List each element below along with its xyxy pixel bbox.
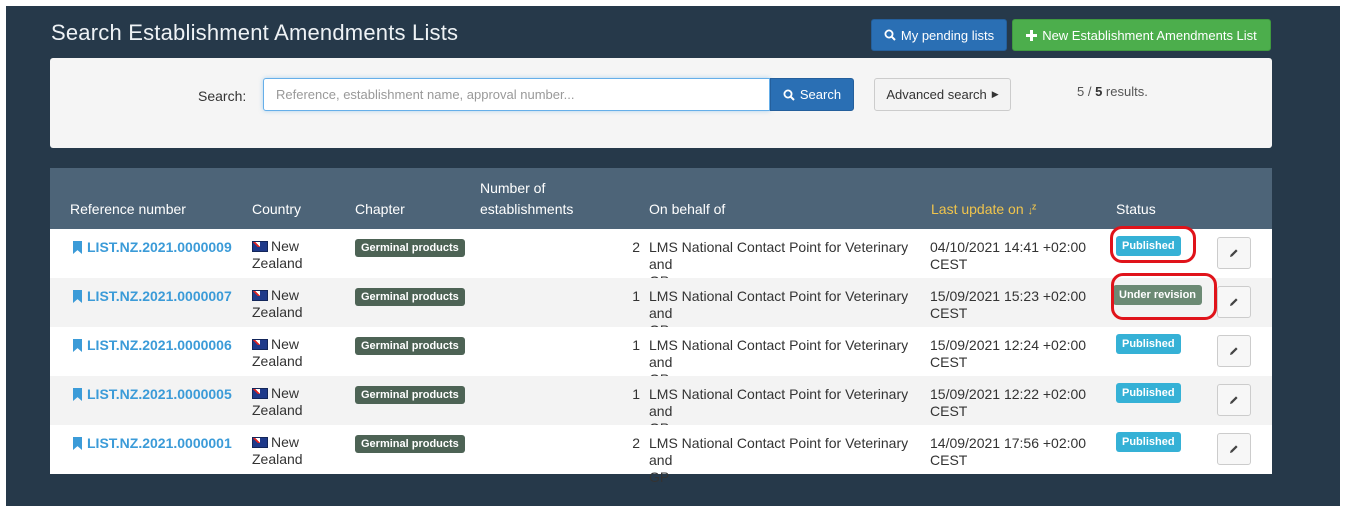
new-zealand-flag-icon <box>252 241 268 252</box>
reference-link[interactable]: LIST.NZ.2021.0000005 <box>73 386 232 403</box>
sort-desc-icon: ↓Z <box>1027 204 1037 217</box>
search-icon <box>783 89 795 101</box>
search-button[interactable]: Search <box>770 78 854 111</box>
results-table: Reference number Country Chapter Number … <box>50 168 1272 485</box>
table-body: LIST.NZ.2021.0000009 New Zealand Germinal… <box>50 229 1272 485</box>
chapter-badge: Germinal products <box>355 435 465 453</box>
header-num-establishments-1[interactable]: Number of <box>480 180 545 196</box>
header-reference[interactable]: Reference number <box>70 201 186 217</box>
header-country[interactable]: Country <box>252 201 301 217</box>
reference-link[interactable]: LIST.NZ.2021.0000009 <box>73 239 232 256</box>
num-establishments: 1 <box>632 288 640 304</box>
header-last-update[interactable]: Last update on ↓Z <box>931 201 1037 217</box>
num-establishments: 2 <box>632 435 640 451</box>
bookmark-icon <box>73 290 82 303</box>
header-on-behalf[interactable]: On behalf of <box>649 201 725 217</box>
pencil-icon <box>1230 298 1238 306</box>
search-label: Search: <box>198 88 247 104</box>
annotation-highlight <box>1111 273 1217 320</box>
caret-right-icon: ▶ <box>991 89 999 99</box>
pencil-icon <box>1230 249 1238 257</box>
on-behalf-cell: LMS National Contact Point for Veterinar… <box>649 435 909 485</box>
search-button-label: Search <box>799 87 842 102</box>
country-cell: New Zealand <box>252 238 303 271</box>
plus-icon <box>1026 29 1038 41</box>
last-update-cell: 15/09/2021 15:23 +02:00 CEST <box>930 288 1087 321</box>
bookmark-icon <box>73 437 82 450</box>
reference-link[interactable]: LIST.NZ.2021.0000001 <box>73 435 232 452</box>
num-establishments: 2 <box>632 239 640 255</box>
search-input[interactable] <box>263 78 770 111</box>
pencil-icon <box>1230 347 1238 355</box>
pencil-icon <box>1230 396 1238 404</box>
header-chapter[interactable]: Chapter <box>355 201 405 217</box>
new-zealand-flag-icon <box>252 388 268 399</box>
edit-button[interactable] <box>1217 335 1251 367</box>
table-row: LIST.NZ.2021.0000006 New Zealand Germinal… <box>50 327 1272 387</box>
bookmark-icon <box>73 241 82 254</box>
country-cell: New Zealand <box>252 385 303 418</box>
edit-button[interactable] <box>1217 286 1251 318</box>
num-establishments: 1 <box>632 386 640 402</box>
reference-link[interactable]: LIST.NZ.2021.0000006 <box>73 337 232 354</box>
new-list-label: New Establishment Amendments List <box>1042 27 1257 43</box>
num-establishments: 1 <box>632 337 640 353</box>
last-update-cell: 04/10/2021 14:41 +02:00 CEST <box>930 239 1087 272</box>
header-num-establishments-2[interactable]: establishments <box>480 201 573 217</box>
edit-button[interactable] <box>1217 384 1251 416</box>
pencil-icon <box>1230 445 1238 453</box>
country-cell: New Zealand <box>252 336 303 369</box>
page-title: Search Establishment Amendments Lists <box>51 20 459 45</box>
table-row: LIST.NZ.2021.0000007 New Zealand Germinal… <box>50 278 1272 338</box>
bookmark-icon <box>73 388 82 401</box>
reference-link[interactable]: LIST.NZ.2021.0000007 <box>73 288 232 305</box>
table-row: LIST.NZ.2021.0000005 New Zealand Germinal… <box>50 376 1272 436</box>
advanced-search-label: Advanced search <box>886 87 987 102</box>
new-list-button[interactable]: New Establishment Amendments List <box>1012 19 1271 51</box>
status-badge: Published <box>1116 334 1181 354</box>
chapter-badge: Germinal products <box>355 386 465 404</box>
last-update-cell: 14/09/2021 17:56 +02:00 CEST <box>930 435 1087 468</box>
bookmark-icon <box>73 339 82 352</box>
chapter-badge: Germinal products <box>355 239 465 257</box>
header-status[interactable]: Status <box>1116 201 1156 217</box>
edit-button[interactable] <box>1217 433 1251 465</box>
my-pending-lists-label: My pending lists <box>900 27 995 43</box>
last-update-cell: 15/09/2021 12:24 +02:00 CEST <box>930 337 1087 370</box>
search-icon <box>884 29 896 41</box>
edit-button[interactable] <box>1217 237 1251 269</box>
annotation-highlight <box>1110 226 1196 263</box>
right-border <box>1340 0 1346 506</box>
advanced-search-button[interactable]: Advanced search ▶ <box>874 78 1011 111</box>
new-zealand-flag-icon <box>252 339 268 350</box>
my-pending-lists-button[interactable]: My pending lists <box>871 19 1007 51</box>
new-zealand-flag-icon <box>252 437 268 448</box>
table-row: LIST.NZ.2021.0000009 New Zealand Germinal… <box>50 229 1272 289</box>
country-cell: New Zealand <box>252 434 303 467</box>
new-zealand-flag-icon <box>252 290 268 301</box>
chapter-badge: Germinal products <box>355 288 465 306</box>
results-count: 5 / 5 results. <box>1077 84 1148 99</box>
table-row: LIST.NZ.2021.0000001 New Zealand Germinal… <box>50 425 1272 485</box>
country-cell: New Zealand <box>252 287 303 320</box>
status-badge: Published <box>1116 383 1181 403</box>
chapter-badge: Germinal products <box>355 337 465 355</box>
last-update-cell: 15/09/2021 12:22 +02:00 CEST <box>930 386 1087 419</box>
table-header: Reference number Country Chapter Number … <box>50 168 1272 229</box>
status-badge: Published <box>1116 432 1181 452</box>
